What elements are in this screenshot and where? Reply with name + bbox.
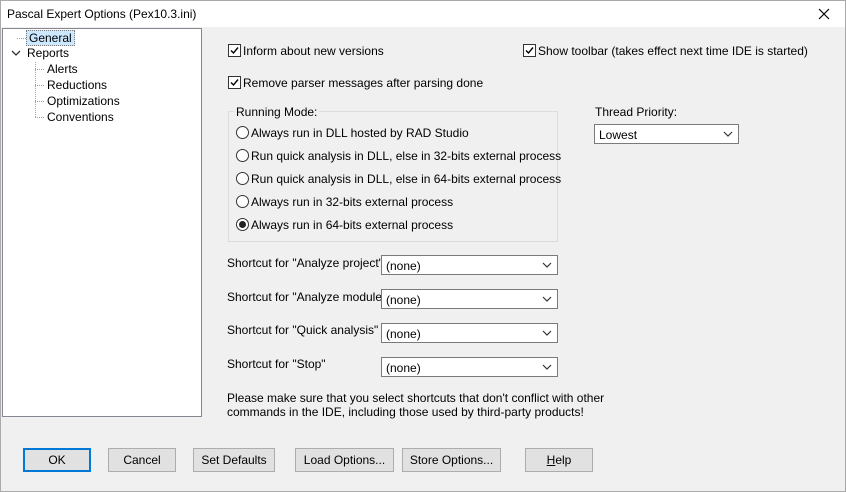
help-label-rest: elp	[555, 453, 572, 467]
cancel-button[interactable]: Cancel	[108, 448, 176, 472]
chevron-down-icon	[542, 296, 552, 302]
tree-item-optimizations[interactable]: Optimizations	[47, 94, 120, 108]
shortcut-analyze-module-select[interactable]: (none)	[381, 289, 558, 309]
shortcut-analyze-project-value: (none)	[386, 259, 421, 273]
chevron-down-icon	[542, 262, 552, 268]
remove-messages-label[interactable]: Remove parser messages after parsing don…	[243, 76, 483, 90]
shortcut-stop-select[interactable]: (none)	[381, 357, 558, 377]
thread-priority-select[interactable]: Lowest	[594, 124, 739, 144]
toolbar-checkbox[interactable]	[523, 44, 536, 57]
thread-priority-value: Lowest	[599, 128, 638, 142]
title-bar: Pascal Expert Options (Pex10.3.ini)	[1, 1, 845, 27]
toolbar-label[interactable]: Show toolbar (takes effect next time IDE…	[538, 44, 808, 58]
shortcut-note-line1: Please make sure that you select shortcu…	[227, 391, 605, 405]
tree-item-reports[interactable]: Reports	[27, 46, 69, 60]
set-defaults-button[interactable]: Set Defaults	[193, 448, 275, 472]
radio-quick-32-label[interactable]: Run quick analysis in DLL, else in 32-bi…	[251, 149, 561, 163]
load-options-button[interactable]: Load Options...	[295, 448, 394, 472]
running-mode-legend: Running Mode:	[234, 105, 320, 119]
radio-quick-64-label[interactable]: Run quick analysis in DLL, else in 64-bi…	[251, 172, 561, 186]
shortcut-quick-analysis-value: (none)	[386, 327, 421, 341]
tree-item-alerts[interactable]: Alerts	[47, 62, 78, 76]
chevron-down-icon	[542, 330, 552, 336]
shortcut-quick-analysis-label: Shortcut for "Quick analysis"	[227, 323, 379, 337]
shortcut-note-line2: commands in the IDE, including those use…	[227, 405, 584, 419]
tree-item-conventions[interactable]: Conventions	[47, 110, 114, 124]
options-dialog: Pascal Expert Options (Pex10.3.ini) Gene…	[0, 0, 846, 492]
chevron-down-icon[interactable]	[11, 50, 21, 58]
radio-dll-hosted[interactable]	[236, 126, 249, 139]
inform-checkbox[interactable]	[228, 44, 241, 57]
close-button[interactable]	[811, 3, 837, 25]
ok-button[interactable]: OK	[23, 448, 91, 472]
radio-always-64-label[interactable]: Always run in 64-bits external process	[251, 218, 453, 232]
chevron-down-icon	[723, 131, 733, 137]
window-title: Pascal Expert Options (Pex10.3.ini)	[7, 7, 197, 21]
thread-priority-label: Thread Priority:	[595, 105, 678, 119]
radio-dll-hosted-label[interactable]: Always run in DLL hosted by RAD Studio	[251, 126, 469, 140]
shortcut-stop-label: Shortcut for "Stop"	[227, 357, 326, 371]
shortcut-analyze-project-select[interactable]: (none)	[381, 255, 558, 275]
radio-always-64[interactable]	[236, 218, 249, 231]
tree-item-reductions[interactable]: Reductions	[47, 78, 107, 92]
tree-item-general[interactable]: General	[26, 30, 75, 46]
shortcut-analyze-module-value: (none)	[386, 293, 421, 307]
remove-messages-checkbox[interactable]	[228, 76, 241, 89]
help-mnemonic: H	[546, 453, 556, 467]
checkmark-icon	[525, 47, 534, 55]
inform-label[interactable]: Inform about new versions	[243, 44, 384, 58]
radio-always-32-label[interactable]: Always run in 32-bits external process	[251, 195, 453, 209]
shortcut-quick-analysis-select[interactable]: (none)	[381, 323, 558, 343]
shortcut-analyze-project-label: Shortcut for "Analyze project"	[227, 256, 383, 270]
checkmark-icon	[230, 47, 239, 55]
close-icon	[818, 8, 830, 20]
category-tree[interactable]: General Reports Alerts Reductions Optimi…	[2, 28, 202, 417]
chevron-down-icon	[542, 364, 552, 370]
shortcut-stop-value: (none)	[386, 361, 421, 375]
radio-always-32[interactable]	[236, 195, 249, 208]
shortcut-analyze-module-label: Shortcut for "Analyze module"	[227, 290, 387, 304]
help-button[interactable]: Help	[525, 448, 593, 472]
checkmark-icon	[230, 79, 239, 87]
radio-quick-32[interactable]	[236, 149, 249, 162]
store-options-button[interactable]: Store Options...	[402, 448, 501, 472]
radio-quick-64[interactable]	[236, 172, 249, 185]
